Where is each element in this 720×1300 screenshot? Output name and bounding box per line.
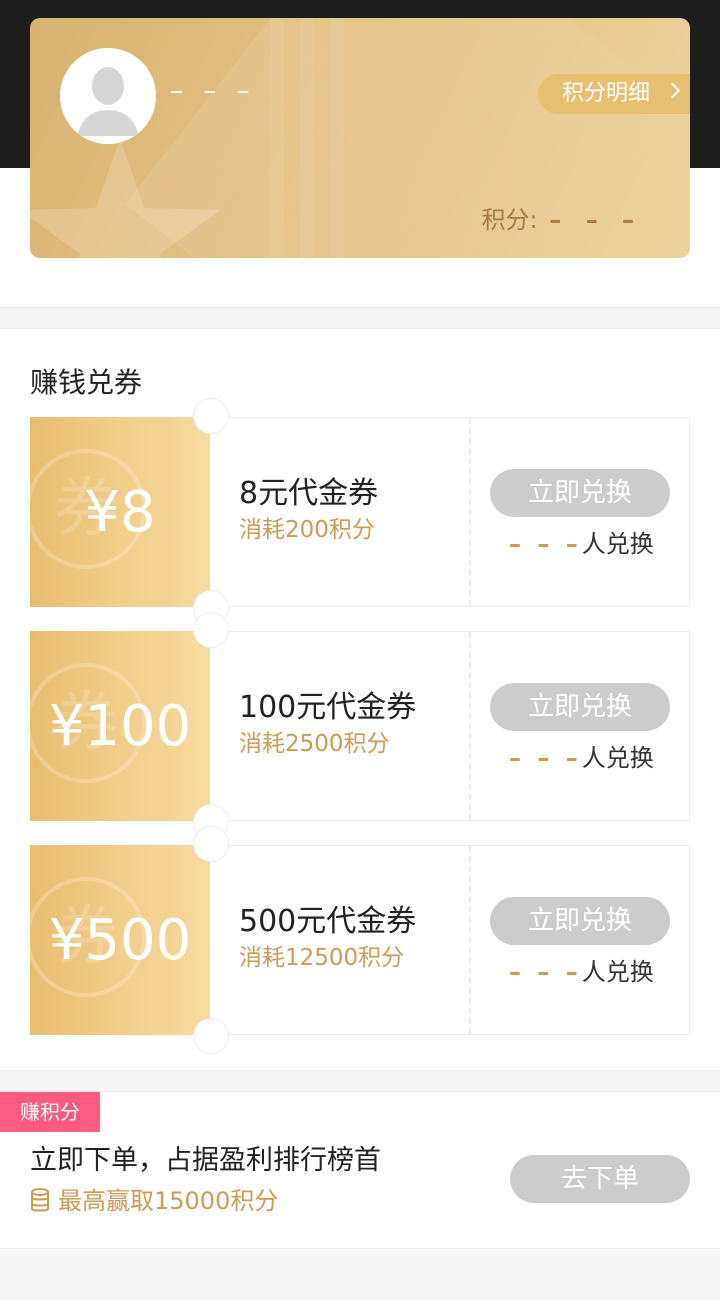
points-label: 积分: [481, 206, 538, 234]
coupon-card: 券 ¥8 8元代金券 消耗200积分 立即兑换 – – –人兑换 [30, 398, 690, 626]
coupon-face: 券 ¥8 [30, 417, 210, 607]
redeem-count-suffix: 人兑换 [581, 958, 654, 986]
coin-stack-icon [31, 1188, 49, 1212]
coupons-section: 赚钱兑券 券 ¥8 8元代金券 消耗200积分 立即兑换 – – –人兑换 券 … [0, 328, 720, 1071]
points-detail-button[interactable]: 积分明细 [538, 74, 690, 114]
coupon-face: 券 ¥100 [30, 631, 210, 821]
redeem-count: – – –人兑换 [509, 740, 654, 776]
coupon-cost: 消耗2500积分 [239, 731, 390, 757]
coupon-cost: 消耗200积分 [239, 517, 375, 543]
coupon-divider [469, 846, 471, 1034]
member-header: – – – 积分明细 积分: – – – [0, 0, 720, 308]
redeem-count-value: – – – [509, 744, 582, 772]
coupon-divider [469, 418, 471, 606]
redeem-count-suffix: 人兑换 [581, 530, 654, 558]
coupon-info: 100元代金券 消耗2500积分 [239, 688, 416, 760]
earn-reward: 最高赢取15000积分 [30, 1184, 278, 1218]
card-stripe [330, 18, 344, 258]
member-card: – – – 积分明细 积分: – – – [30, 18, 690, 258]
coupon-cost: 消耗12500积分 [239, 945, 405, 971]
coupon-notch [193, 612, 229, 648]
points-balance: 积分: – – – [482, 200, 642, 235]
points-detail-label: 积分明细 [562, 81, 651, 106]
redeem-count-value: – – – [509, 530, 582, 558]
earn-promo-text: 立即下单，占据盈利排行榜首 [30, 1145, 381, 1176]
coupon-name: 8元代金券 [239, 476, 379, 511]
redeem-count-value: – – – [509, 958, 582, 986]
coupon-notch [193, 826, 229, 862]
redeem-count: – – –人兑换 [509, 954, 654, 990]
points-value: – – – [549, 206, 642, 234]
earn-points-tag: 赚积分 [0, 1092, 100, 1132]
coupon-name: 100元代金券 [239, 690, 417, 725]
user-name: – – – [170, 76, 256, 106]
card-stripe [270, 18, 284, 258]
redeem-button[interactable]: 立即兑换 [490, 897, 670, 945]
coupon-card: 券 ¥100 100元代金券 消耗2500积分 立即兑换 – – –人兑换 [30, 612, 690, 840]
coupon-face: 券 ¥500 [30, 845, 210, 1035]
section-title: 赚钱兑券 [30, 366, 143, 399]
coupon-name: 500元代金券 [239, 904, 417, 939]
redeem-button[interactable]: 立即兑换 [490, 683, 670, 731]
place-order-button[interactable]: 去下单 [510, 1155, 690, 1203]
redeem-count: – – –人兑换 [509, 526, 654, 562]
coupon-info: 8元代金券 消耗200积分 [239, 474, 378, 546]
coupon-notch [193, 398, 229, 434]
coupon-amount: ¥500 [48, 908, 192, 973]
user-avatar-icon [60, 48, 156, 144]
redeem-button[interactable]: 立即兑换 [490, 469, 670, 517]
coupon-card: 券 ¥500 500元代金券 消耗12500积分 立即兑换 – – –人兑换 [30, 826, 690, 1054]
coupon-amount: ¥8 [84, 480, 156, 545]
chevron-right-icon [664, 82, 681, 99]
coupon-amount: ¥100 [48, 694, 192, 759]
coupon-divider [469, 632, 471, 820]
coupon-info: 500元代金券 消耗12500积分 [239, 902, 416, 974]
earn-points-section: 赚积分 立即下单，占据盈利排行榜首 最高赢取15000积分 去下单 [0, 1091, 720, 1249]
earn-reward-text: 最高赢取15000积分 [58, 1187, 279, 1215]
card-stripe [300, 18, 314, 258]
redeem-count-suffix: 人兑换 [581, 744, 654, 772]
star-watermark-icon [30, 138, 220, 258]
avatar[interactable] [60, 48, 156, 144]
coupon-notch [193, 1018, 229, 1054]
